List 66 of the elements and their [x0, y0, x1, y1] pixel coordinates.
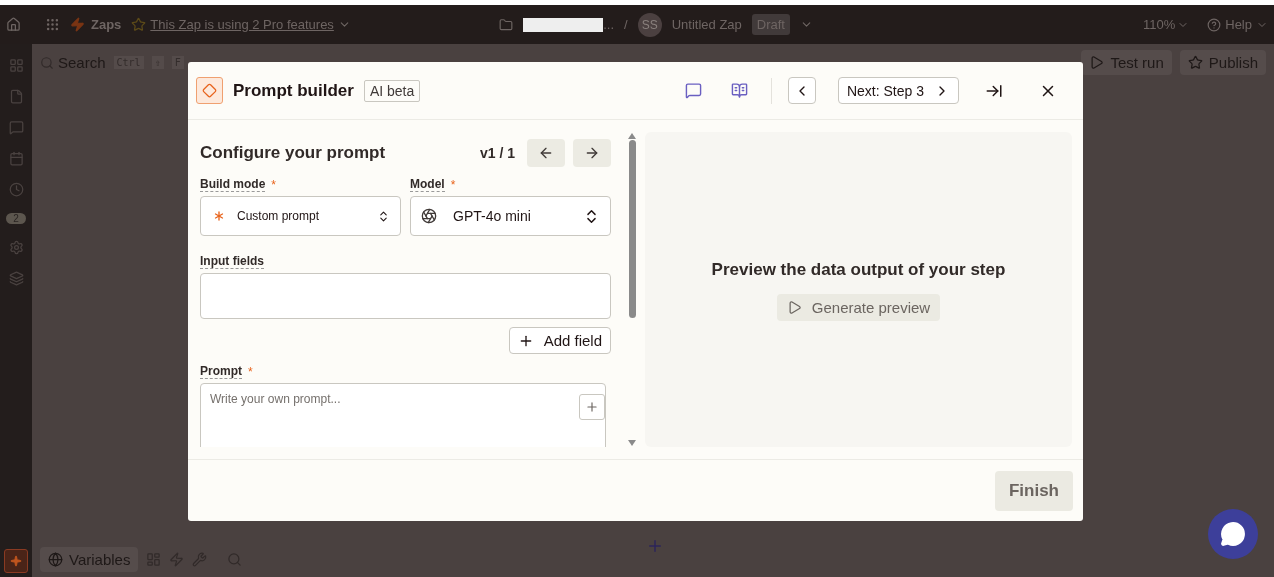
wrench-icon[interactable]	[192, 552, 208, 567]
avatar[interactable]: SS	[637, 12, 662, 37]
select-value: GPT-4o mini	[453, 208, 532, 224]
plus-icon	[585, 400, 599, 414]
input-field[interactable]	[200, 273, 611, 319]
grid-icon[interactable]	[8, 58, 24, 73]
star-icon	[1187, 55, 1203, 70]
required-mark: *	[271, 177, 276, 192]
chevrons-icon	[377, 209, 390, 223]
beta-badge: AI beta	[363, 79, 421, 102]
ellipsis-text: ...	[603, 17, 615, 32]
aperture-icon	[421, 208, 437, 224]
app-label[interactable]: Zaps	[91, 17, 122, 32]
prompt-field[interactable]: Write your own prompt...	[200, 383, 606, 447]
play-icon	[786, 300, 802, 315]
select-field[interactable]: GPT-4o mini	[410, 196, 611, 236]
zoom-level[interactable]: 110%	[1142, 17, 1176, 32]
home-icon[interactable]	[6, 17, 21, 32]
apps-grid-icon[interactable]	[45, 17, 60, 32]
folder-icon	[499, 17, 514, 32]
sparkle-icon	[10, 555, 22, 567]
grid-icon[interactable]	[146, 552, 162, 567]
help-link[interactable]: Help	[1225, 17, 1252, 32]
field-label: Input fields	[200, 254, 264, 269]
preview-heading: Preview the data output of your step	[711, 260, 1006, 280]
scroll-down-icon[interactable]	[627, 439, 637, 447]
search-icon[interactable]	[227, 552, 243, 567]
section-title: Configure your prompt	[200, 143, 387, 163]
chat-button[interactable]	[1208, 509, 1258, 559]
publish-button[interactable]: Publish	[1179, 50, 1266, 75]
help-icon[interactable]	[1207, 17, 1222, 32]
lightning-icon	[70, 17, 85, 32]
dialog-title: Prompt builder	[233, 80, 354, 101]
file-icon[interactable]	[8, 89, 24, 104]
diamond-sparkle-icon	[196, 77, 223, 104]
select-value: Custom prompt	[237, 209, 321, 223]
search-icon	[40, 55, 54, 70]
zap-name[interactable]: Untitled Zap	[671, 17, 742, 32]
clock-icon[interactable]	[8, 182, 24, 197]
field-label: Build mode	[200, 177, 266, 192]
shortcut-key: ⇧	[151, 56, 164, 69]
next-step-button[interactable]: Next: Step 3	[837, 77, 959, 104]
version-label: v1 / 1	[479, 145, 515, 161]
star-icon	[131, 17, 147, 32]
plus-button[interactable]	[579, 394, 605, 420]
field-label: Prompt	[200, 364, 242, 379]
add-field-button[interactable]: Add field	[508, 327, 611, 354]
settings-icon[interactable]	[8, 240, 24, 255]
previous-version-button[interactable]	[527, 139, 565, 167]
previous-button[interactable]	[787, 77, 816, 104]
globe-icon	[48, 552, 63, 567]
calendar-icon[interactable]	[8, 151, 24, 166]
sparkle-button[interactable]	[4, 549, 28, 573]
breadcrumb-separator: /	[624, 17, 628, 32]
required-mark: *	[248, 364, 253, 379]
next-version-button[interactable]	[573, 139, 611, 167]
required-mark: *	[450, 177, 456, 192]
layers-icon[interactable]	[8, 271, 24, 286]
field-label: Model	[410, 177, 445, 192]
lightning-icon[interactable]	[169, 552, 185, 567]
placeholder-text: Write your own prompt...	[210, 392, 341, 408]
pro-features-link[interactable]: This Zap is using 2 Pro features	[150, 17, 334, 32]
play-icon	[1089, 55, 1105, 70]
chat-bubble-icon	[1220, 521, 1246, 547]
variables-button[interactable]: Variables	[40, 547, 139, 572]
select-field[interactable]: Custom prompt	[200, 196, 401, 236]
